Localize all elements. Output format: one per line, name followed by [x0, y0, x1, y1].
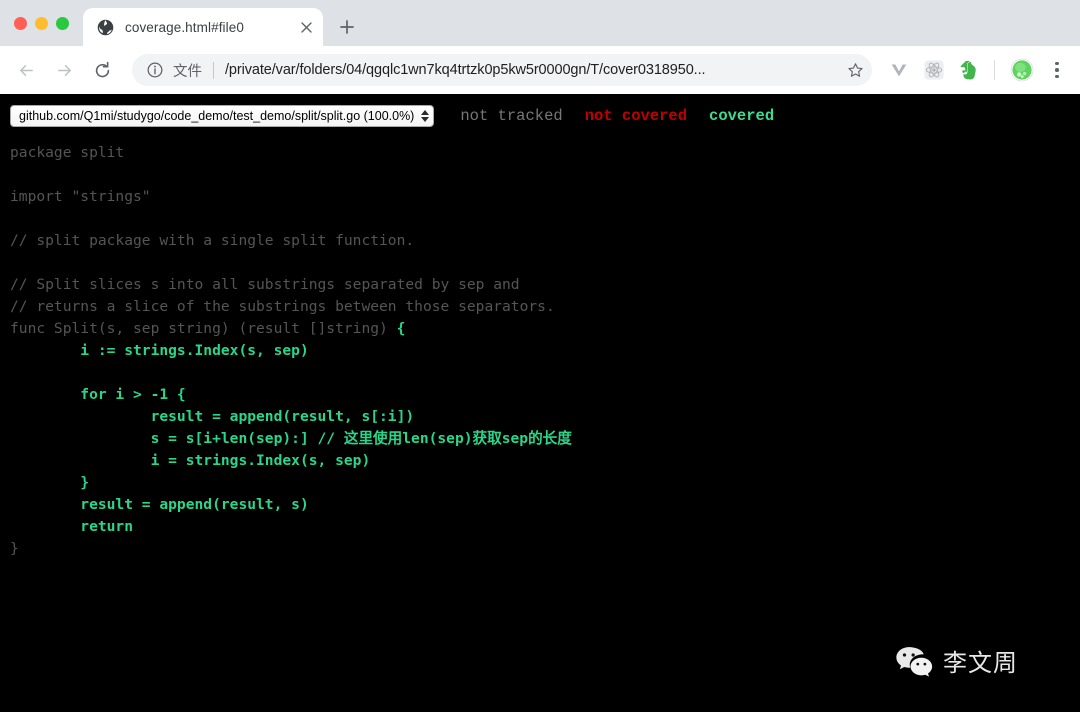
bookmark-button[interactable]	[842, 57, 868, 83]
coverage-toolbar: github.com/Q1mi/studygo/code_demo/test_d…	[0, 94, 1080, 138]
code-segment: // Split slices s into all substrings se…	[10, 276, 520, 293]
evernote-extension-icon	[960, 60, 976, 80]
globe-icon	[97, 19, 114, 35]
code-segment: // returns a slice of the substrings bet…	[10, 298, 555, 315]
info-circle-icon[interactable]	[146, 61, 164, 79]
reload-button[interactable]	[86, 54, 118, 86]
star-outline-icon	[847, 62, 863, 77]
extension-evernote[interactable]	[955, 56, 983, 84]
code-segment: }	[10, 474, 90, 491]
stepper-down-arrow	[421, 117, 430, 122]
browser-toolbar: 文件 /private/var/folders/04/qgqlc1wn7kq4t…	[0, 46, 1080, 94]
plus-icon	[340, 20, 354, 34]
code-segment: s = s[i+len(sep):] // 这里使用len(sep)获取sep的…	[10, 430, 572, 447]
watermark-text: 李文周	[943, 649, 1018, 677]
profile-avatar-icon	[1010, 58, 1034, 82]
code-segment: for i > -1 {	[10, 386, 186, 403]
coverage-page: github.com/Q1mi/studygo/code_demo/test_d…	[0, 94, 1080, 712]
wechat-icon	[896, 646, 933, 677]
code-segment: package split	[10, 144, 125, 161]
vimeo-v-extension-icon	[891, 64, 907, 77]
window-traffic-lights	[10, 0, 77, 46]
wechat-watermark: 李文周	[895, 643, 1018, 678]
tab-title: coverage.html#file0	[125, 19, 244, 35]
new-tab-button[interactable]	[333, 13, 361, 41]
extension-react-devtools[interactable]	[920, 56, 948, 84]
up-down-stepper-icon	[421, 110, 430, 122]
tab-close-button[interactable]	[295, 16, 317, 38]
tab-strip: coverage.html#file0	[0, 0, 1080, 46]
address-bar[interactable]: 文件 /private/var/folders/04/qgqlc1wn7kq4t…	[132, 54, 872, 86]
address-scheme-label: 文件	[173, 63, 202, 80]
react-devtools-extension-icon	[924, 60, 944, 80]
menu-dot-1	[1055, 61, 1059, 66]
legend-not-tracked: not tracked	[460, 107, 563, 125]
stepper-up-arrow	[421, 110, 430, 115]
code-segment: result = append(result, s[:i])	[10, 408, 415, 425]
code-segment: {	[396, 320, 406, 337]
code-segment: i := strings.Index(s, sep)	[10, 342, 309, 359]
code-segment: // split package with a single split fun…	[10, 232, 415, 249]
menu-dot-2	[1055, 68, 1059, 72]
window-maximize-button[interactable]	[56, 16, 69, 30]
code-segment: }	[10, 540, 19, 557]
coverage-source-code: package split import "strings" // split …	[0, 138, 1080, 560]
code-segment: i = strings.Index(s, sep)	[10, 452, 371, 469]
forward-arrow-icon	[57, 64, 71, 76]
profile-avatar-button[interactable]	[1008, 56, 1036, 84]
toolbar-divider	[994, 60, 995, 80]
code-segment: import "strings"	[10, 188, 151, 205]
coverage-legend: not tracked not covered covered	[460, 107, 774, 125]
close-icon	[300, 21, 312, 33]
legend-not-covered: not covered	[584, 107, 688, 125]
address-url-text[interactable]: /private/var/folders/04/qgqlc1wn7kq4trtz…	[225, 62, 838, 78]
code-segment: func Split(s, sep string) (result []stri…	[10, 320, 397, 337]
back-button[interactable]	[10, 54, 42, 86]
browser-window: coverage.html#file0 文件 /private/var/fold…	[0, 0, 1080, 712]
code-segment: return	[10, 518, 134, 535]
file-select-dropdown[interactable]: github.com/Q1mi/studygo/code_demo/test_d…	[10, 105, 435, 127]
browser-menu-button[interactable]	[1044, 55, 1070, 85]
browser-tab[interactable]: coverage.html#file0	[83, 8, 323, 46]
window-minimize-button[interactable]	[35, 16, 48, 30]
file-select-value: github.com/Q1mi/studygo/code_demo/test_d…	[19, 109, 415, 123]
legend-covered: covered	[709, 107, 775, 125]
back-arrow-icon	[19, 64, 33, 76]
forward-button[interactable]	[48, 54, 80, 86]
extension-vimeo-v[interactable]	[885, 56, 913, 84]
window-close-button[interactable]	[14, 16, 27, 30]
address-separator	[213, 61, 214, 79]
menu-dot-3	[1055, 74, 1059, 79]
reload-icon	[95, 61, 109, 77]
code-segment: result = append(result, s)	[10, 496, 309, 513]
